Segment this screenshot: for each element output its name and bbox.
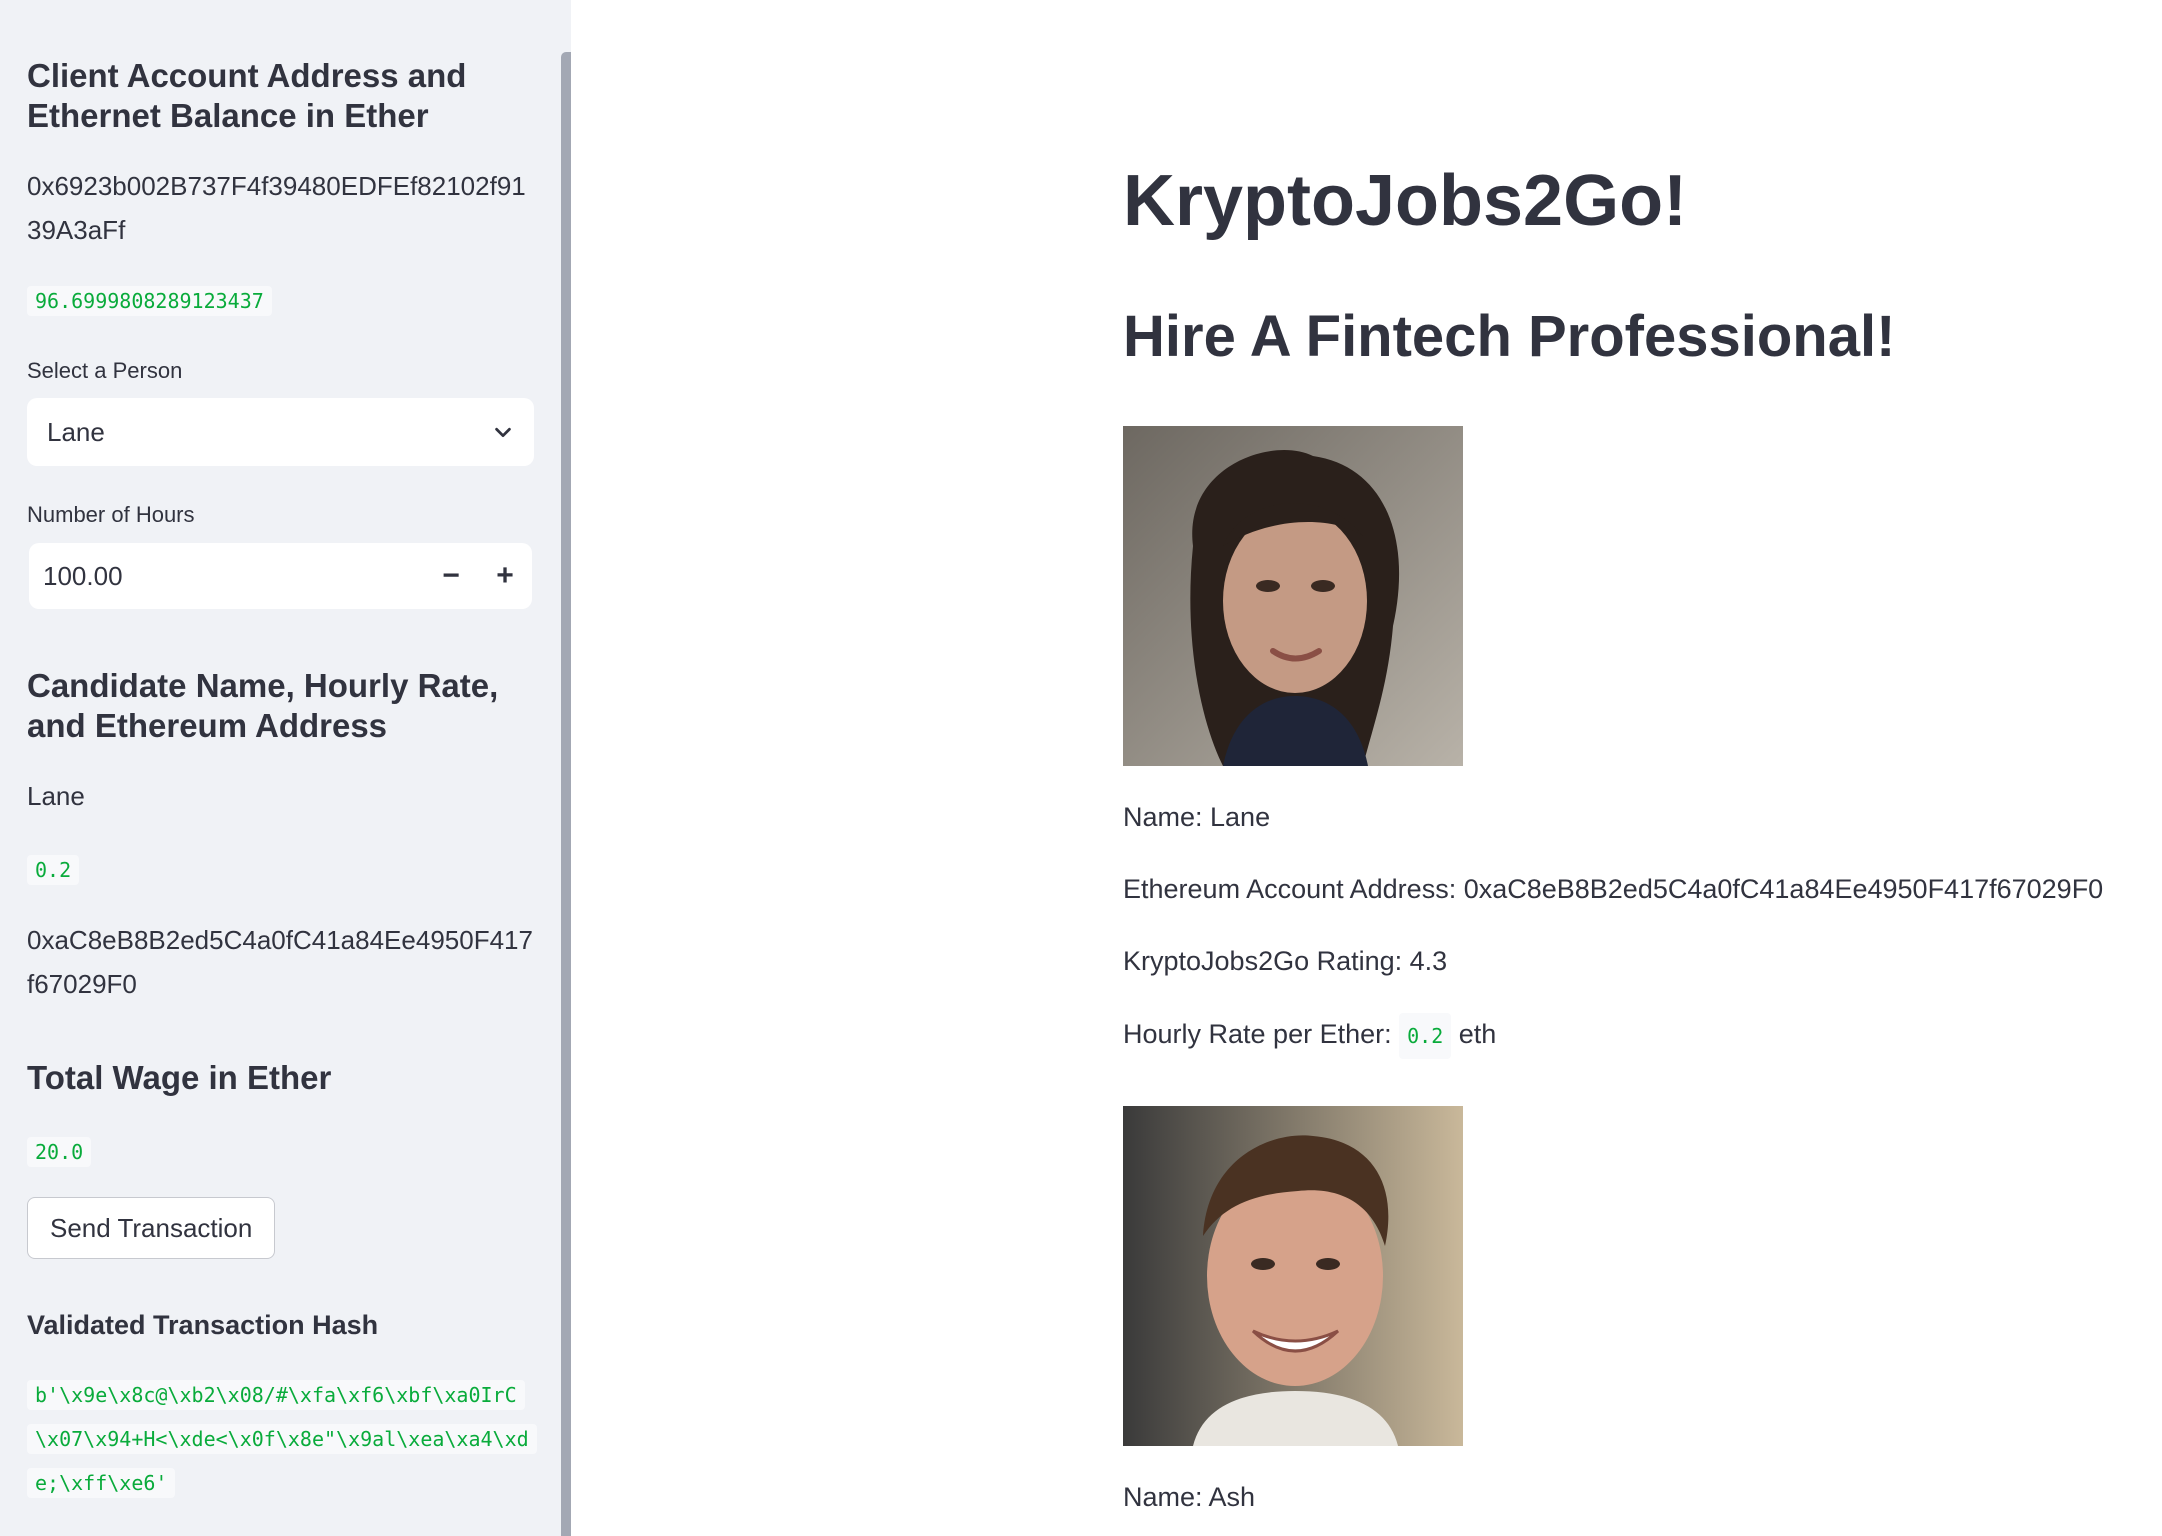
profile-rating-lane: KryptoJobs2Go Rating: 4.3 <box>1123 946 1448 976</box>
increment-button[interactable]: + <box>478 543 532 609</box>
transaction-hash: b'\x9e\x8c@\xb2\x08/#\xfa\xf6\xbf\xa0IrC… <box>27 1373 537 1505</box>
page-title: KryptoJobs2Go! <box>1123 161 1688 241</box>
portrait-image <box>1123 426 1463 766</box>
account-address: 0x6923b002B737F4f39480EDFEf82102f9139A3a… <box>27 171 526 245</box>
portrait-image <box>1123 1106 1463 1446</box>
profile-photo-ash <box>1123 1106 1463 1446</box>
candidate-heading: Candidate Name, Hourly Rate, and Ethereu… <box>27 667 499 744</box>
rate-label: Hourly Rate per Ether: <box>1123 1019 1392 1050</box>
main-area: KryptoJobs2Go! Hire A Fintech Profession… <box>571 0 2162 1536</box>
transaction-hash-value: b'\x9e\x8c@\xb2\x08/#\xfa\xf6\xbf\xa0IrC… <box>27 1380 537 1498</box>
rate-unit: eth <box>1458 1019 1497 1050</box>
hours-value[interactable]: 100.00 <box>43 561 424 592</box>
hours-input[interactable]: 100.00 − + <box>29 543 532 609</box>
select-person-label: Select a Person <box>27 358 183 383</box>
wage-heading: Total Wage in Ether <box>27 1059 332 1096</box>
chevron-down-icon <box>495 427 511 438</box>
hash-heading: Validated Transaction Hash <box>27 1310 379 1340</box>
sidebar-scrollbar[interactable] <box>561 52 571 1536</box>
candidate-name: Lane <box>27 781 85 811</box>
balance-value: 96.6999808289123437 <box>27 286 272 316</box>
page-subtitle: Hire A Fintech Professional! <box>1123 304 1896 369</box>
sidebar: Client Account Address and Ethernet Bala… <box>0 0 571 1536</box>
candidate-address: 0xaC8eB8B2ed5C4a0fC41a84Ee4950F417f67029… <box>27 925 533 999</box>
person-select[interactable]: Lane <box>27 398 534 466</box>
profile-photo-lane <box>1123 426 1463 766</box>
send-transaction-button[interactable]: Send Transaction <box>27 1197 276 1259</box>
profile-name-lane: Name: Lane <box>1123 802 1271 832</box>
account-heading: Client Account Address and Ethernet Bala… <box>27 57 467 134</box>
rate-value: 0.2 <box>1399 1013 1452 1059</box>
profile-address-lane: Ethereum Account Address: 0xaC8eB8B2ed5C… <box>1123 874 2104 904</box>
profile-rate-lane: Hourly Rate per Ether: 0.2 eth <box>1123 1013 1496 1059</box>
profile-name-ash: Name: Ash <box>1123 1482 1256 1512</box>
selected-person: Lane <box>47 416 105 447</box>
wage-value: 20.0 <box>27 1137 92 1167</box>
decrement-button[interactable]: − <box>424 543 478 609</box>
candidate-rate: 0.2 <box>27 855 80 885</box>
hours-label: Number of Hours <box>27 502 195 527</box>
